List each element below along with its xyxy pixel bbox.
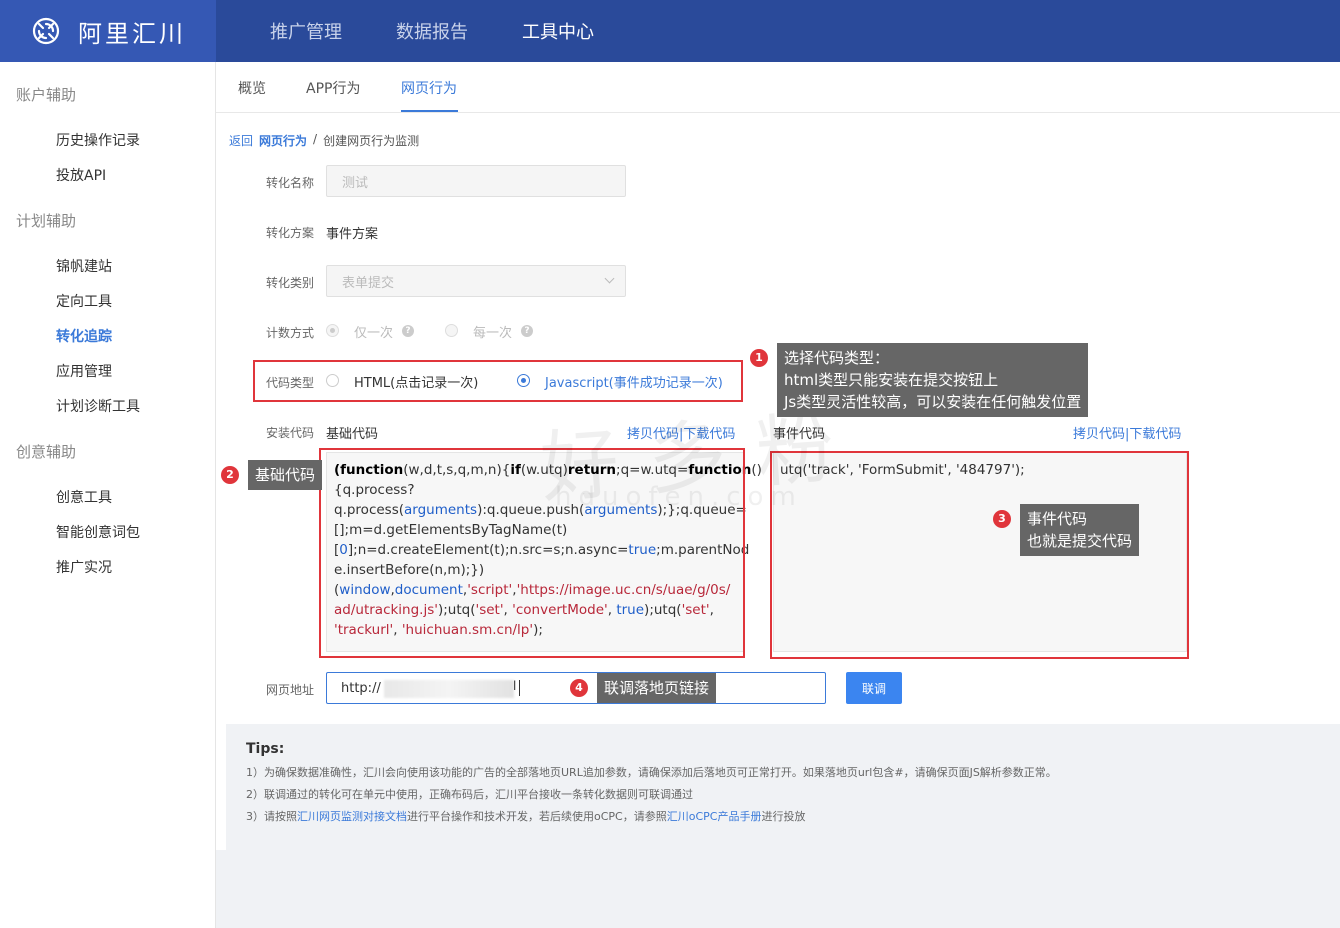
sidebar-item-creative-tools[interactable]: 创意工具 [56, 487, 112, 507]
main-panel: 概览 APP行为 网页行为 返回 网页行为 / 创建网页行为监测 转化名称 测试… [216, 62, 1340, 850]
tab-app-behavior[interactable]: APP行为 [306, 78, 360, 98]
sidebar-item-plan-diagnosis[interactable]: 计划诊断工具 [56, 396, 140, 416]
download-code-link[interactable]: 下载代码 [1129, 427, 1181, 442]
breadcrumb-back-link[interactable]: 返回 [229, 132, 253, 149]
annotation-badge-3: 3 [993, 510, 1011, 528]
conversion-category-label: 转化类别 [266, 276, 315, 290]
download-code-link[interactable]: 下载代码 [683, 427, 735, 442]
event-copy-code-link: 拷贝代码|下载代码 [1073, 423, 1181, 442]
conversion-plan-label: 转化方案 [266, 226, 315, 240]
callout-line: html类型只能安装在提交按钮上 [784, 371, 999, 389]
ocpc-manual-link[interactable]: 汇川oCPC产品手册 [667, 810, 762, 823]
text-cursor [519, 680, 520, 696]
count-once-label: 仅一次 [354, 326, 394, 341]
sidebar-group-account: 账户辅助 [16, 86, 77, 104]
callout-line: 事件代码 [1027, 510, 1088, 528]
logo-text: 阿里汇川 [78, 19, 186, 48]
annotation-badge-4: 4 [570, 679, 588, 697]
annotation-badge-1: 1 [750, 349, 768, 367]
page-url-label: 网页地址 [266, 683, 315, 697]
help-icon[interactable]: ? [521, 325, 533, 337]
page-url-value: http:// [341, 680, 381, 696]
nav-promotion[interactable]: 推广管理 [270, 18, 342, 44]
annotation-callout-url: 联调落地页链接 [597, 673, 717, 703]
active-tab-indicator [401, 110, 458, 112]
url-tail-char: l [513, 679, 517, 693]
category-selected-value: 表单提交 [342, 275, 395, 291]
breadcrumb: 返回 网页行为 / 创建网页行为监测 [229, 132, 419, 149]
tips-panel: Tips: 1）为确保数据准确性，汇川会向使用该功能的广告的全部落地页URL追加… [226, 724, 1340, 850]
breadcrumb-separator: / [313, 132, 318, 146]
annotation-box-base-code [319, 448, 745, 658]
count-once-radio[interactable] [326, 324, 339, 337]
sidebar-item-conversion-tracking[interactable]: 转化追踪 [56, 326, 112, 346]
sidebar-item-targeting[interactable]: 定向工具 [56, 291, 112, 311]
callout-line: 选择代码类型： [784, 349, 890, 367]
breadcrumb-parent-link[interactable]: 网页行为 [259, 132, 307, 149]
sidebar-item-history[interactable]: 历史操作记录 [56, 130, 140, 150]
sidebar-group-plan: 计划辅助 [16, 212, 77, 230]
tip-line-3-mid: 进行平台操作和技术开发，若后续使用oCPC，请参照 [407, 810, 667, 823]
tips-title: Tips: [246, 741, 285, 757]
sidebar-group-creative: 创意辅助 [16, 443, 77, 461]
count-method-label: 计数方式 [266, 326, 315, 340]
integration-doc-link[interactable]: 汇川网页监测对接文档 [297, 810, 407, 823]
tip-line-2: 2）联调通过的转化可在单元中使用，正确布码后，汇川平台接收一条转化数据则可联调通… [246, 788, 693, 801]
install-code-label: 安装代码 [266, 426, 315, 440]
tab-overview[interactable]: 概览 [238, 78, 266, 98]
tab-web-behavior[interactable]: 网页行为 [401, 78, 457, 98]
sidebar: 账户辅助 历史操作记录 投放API 计划辅助 锦帆建站 定向工具 转化追踪 应用… [0, 62, 216, 928]
sidebar-item-live-preview[interactable]: 推广实况 [56, 557, 112, 577]
copy-code-link[interactable]: 拷贝代码 [627, 427, 679, 442]
copy-code-link[interactable]: 拷贝代码 [1073, 427, 1125, 442]
logo[interactable]: 阿里汇川 [0, 0, 216, 62]
redacted-url [384, 680, 514, 698]
content-area: 概览 APP行为 网页行为 返回 网页行为 / 创建网页行为监测 转化名称 测试… [216, 62, 1340, 928]
tip-line-3: 3）请按照汇川网页监测对接文档进行平台操作和技术开发，若后续使用oCPC，请参照… [246, 808, 805, 824]
conversion-name-input[interactable]: 测试 [326, 165, 626, 197]
nav-reports[interactable]: 数据报告 [396, 18, 468, 44]
debug-button[interactable]: 联调 [846, 672, 902, 704]
annotation-callout-base-code: 基础代码 [248, 460, 323, 490]
conversion-category-select[interactable]: 表单提交 [326, 265, 626, 297]
annotation-box-code-type [253, 360, 743, 402]
count-each-radio[interactable] [445, 324, 458, 337]
sidebar-item-site-builder[interactable]: 锦帆建站 [56, 256, 112, 276]
sidebar-item-app-management[interactable]: 应用管理 [56, 361, 112, 381]
base-copy-code-link: 拷贝代码|下载代码 [627, 423, 735, 442]
top-bar: 阿里汇川 推广管理 数据报告 工具中心 [0, 0, 1340, 62]
count-each-label: 每一次 [473, 326, 513, 341]
annotation-callout-code-type: 选择代码类型： html类型只能安装在提交按钮上 Js类型灵活性较高，可以安装在… [777, 343, 1089, 417]
help-icon[interactable]: ? [402, 325, 414, 337]
callout-line: 也就是提交代码 [1027, 532, 1133, 550]
sidebar-item-api[interactable]: 投放API [56, 165, 106, 185]
tip-line-3-pre: 3）请按照 [246, 810, 297, 823]
tab-bar: 概览 APP行为 网页行为 [216, 62, 1340, 113]
callout-line: Js类型灵活性较高，可以安装在任何触发位置 [784, 393, 1082, 411]
top-nav: 推广管理 数据报告 工具中心 [270, 0, 648, 62]
sidebar-item-smart-creative[interactable]: 智能创意词包 [56, 522, 140, 542]
nav-tools[interactable]: 工具中心 [522, 18, 594, 44]
event-code-title: 事件代码 [773, 427, 826, 442]
annotation-callout-event-code: 事件代码 也就是提交代码 [1020, 504, 1140, 556]
tip-line-1: 1）为确保数据准确性，汇川会向使用该功能的广告的全部落地页URL追加参数，请确保… [246, 766, 1057, 779]
logo-swirl-icon [32, 17, 60, 45]
breadcrumb-current: 创建网页行为监测 [323, 134, 420, 148]
annotation-badge-2: 2 [221, 466, 239, 484]
tip-line-3-post: 进行投放 [761, 810, 806, 823]
conversion-plan-value: 事件方案 [326, 227, 379, 242]
conversion-name-label: 转化名称 [266, 176, 315, 190]
chevron-down-icon [604, 273, 615, 284]
base-code-title: 基础代码 [326, 427, 379, 442]
